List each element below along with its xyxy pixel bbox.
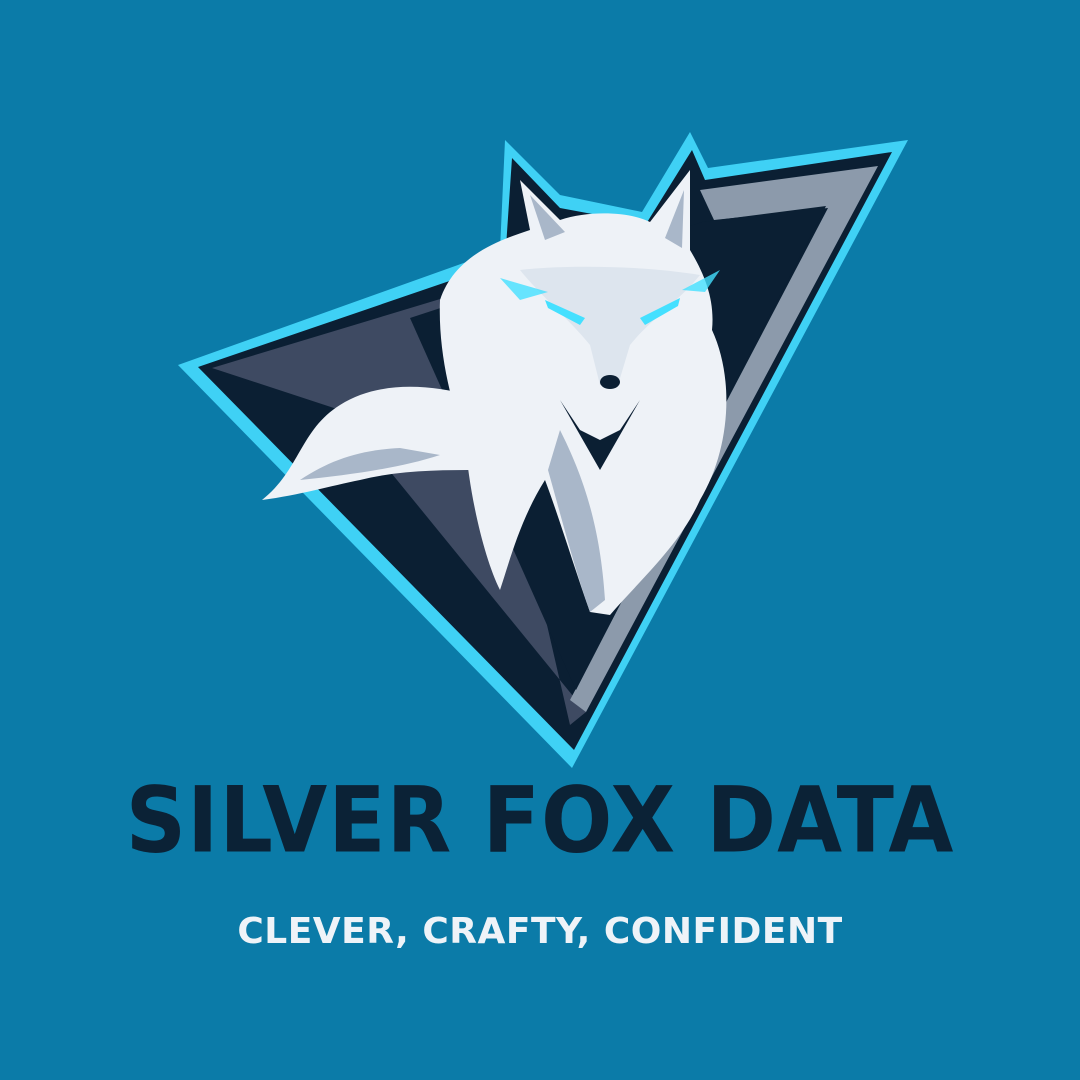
fox-nose <box>600 375 620 389</box>
fox-shield-logo-icon <box>178 132 908 768</box>
brand-name: SILVER FOX DATA <box>125 767 955 873</box>
brand-tagline: CLEVER, CRAFTY, CONFIDENT <box>237 911 843 952</box>
